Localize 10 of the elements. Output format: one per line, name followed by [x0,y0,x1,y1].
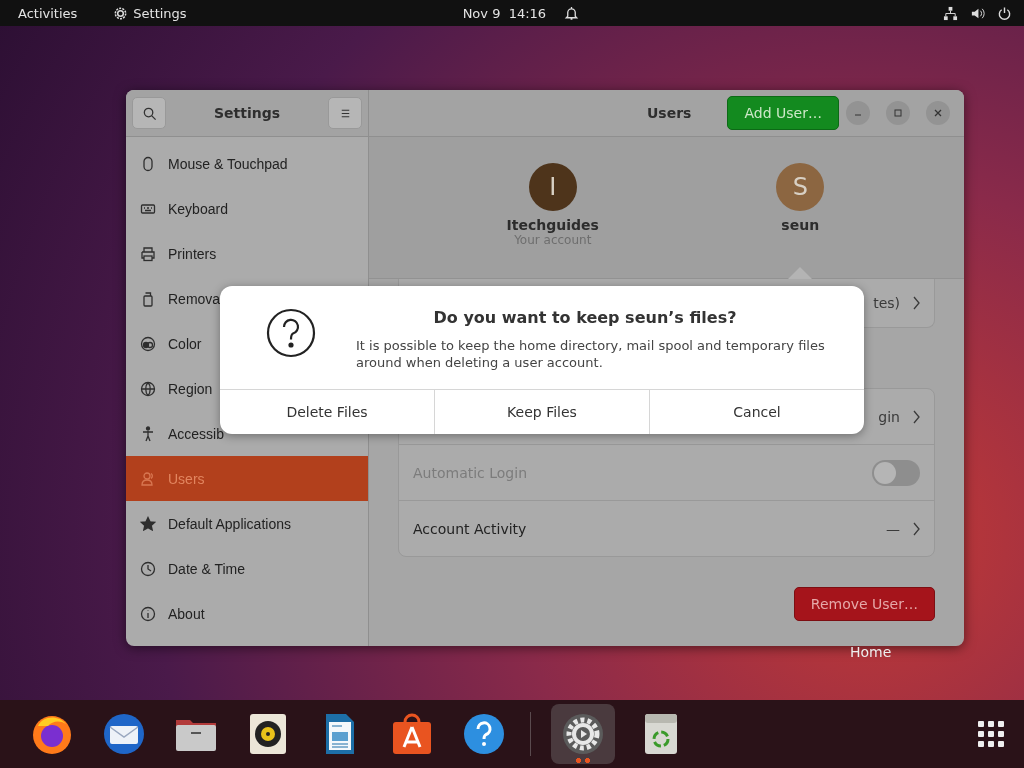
row-value: tes) [873,295,900,311]
sidebar-title: Settings [213,105,281,121]
row-value: — [886,520,900,537]
avatar: I [528,163,577,211]
window-title: Users [647,105,692,121]
dialog-message: It is possible to keep the home directory, mail spool and temporary files around when deleting a user account. [356,337,826,371]
dialog-title: Do you want to keep seun’s files? [433,308,737,327]
avatar: S [776,163,825,211]
row-label: Account Activity [413,520,527,537]
row-value: gin [878,408,900,425]
